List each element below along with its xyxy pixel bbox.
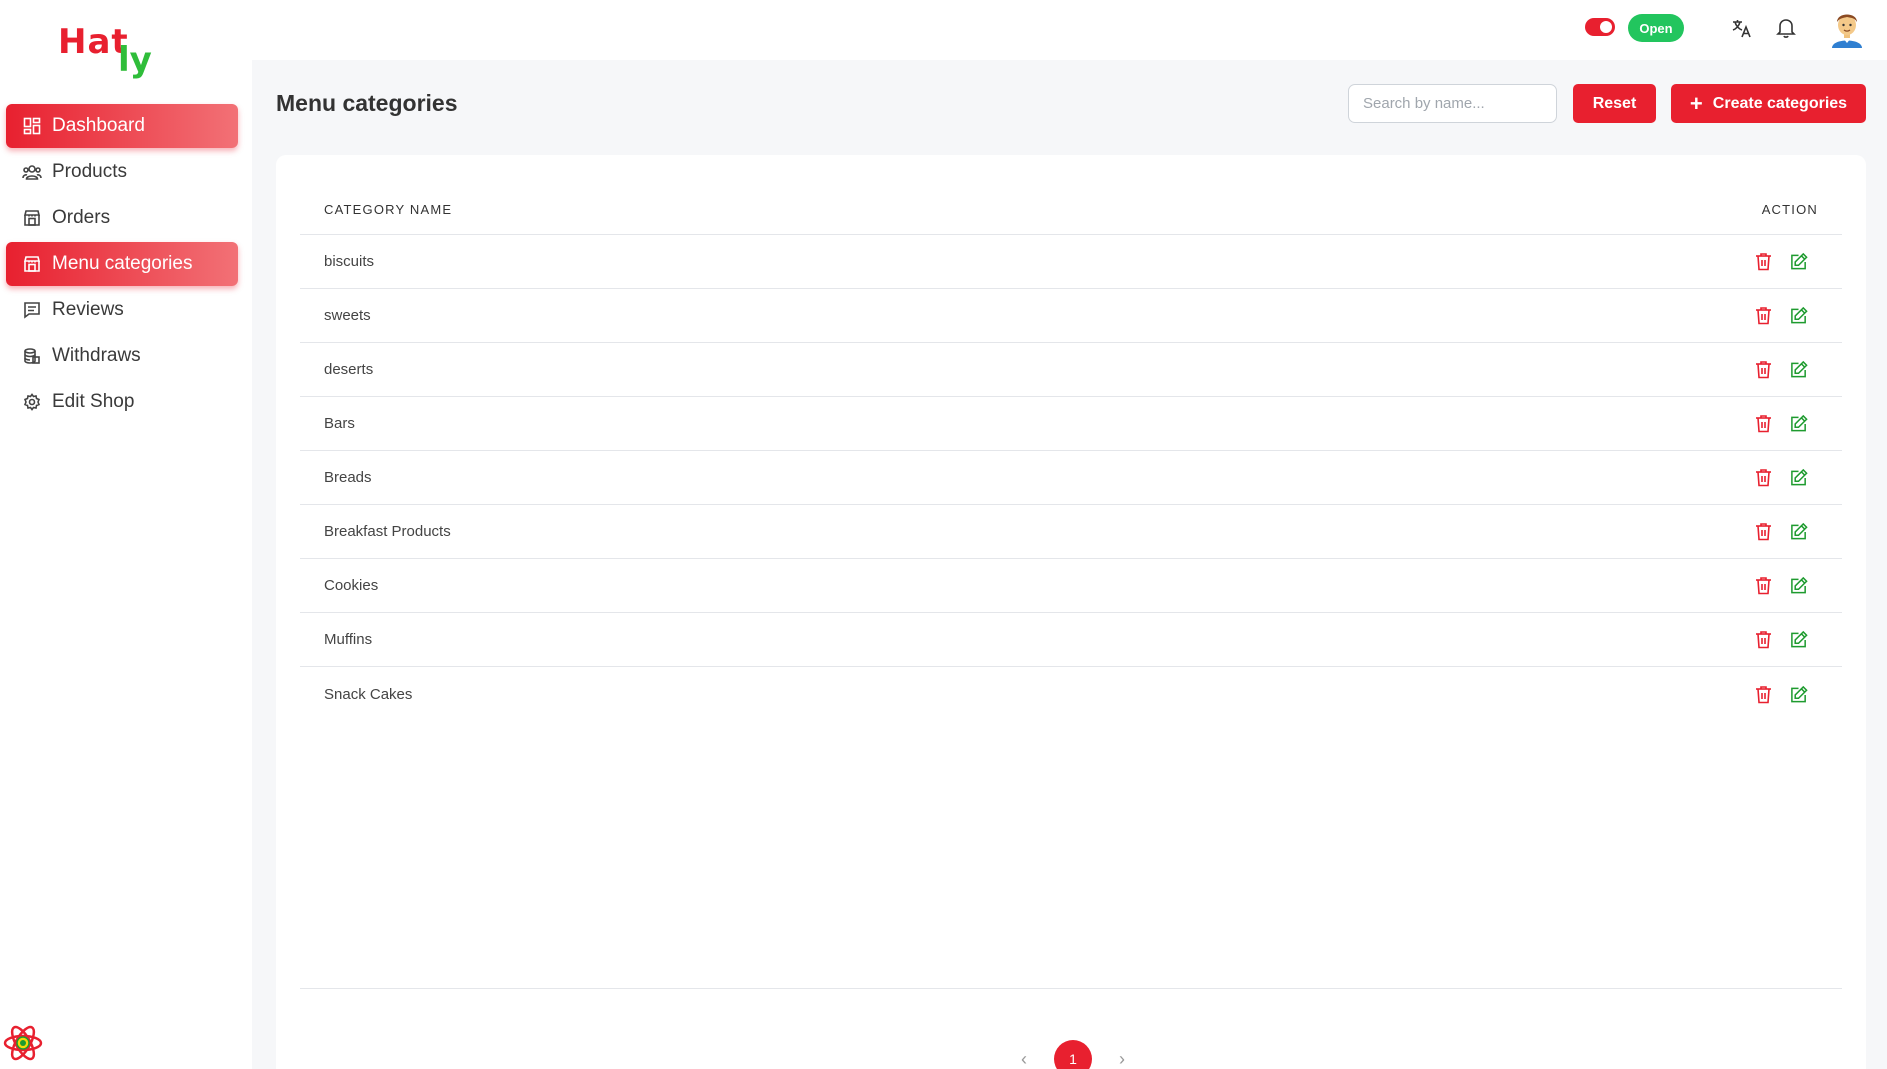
edit-icon[interactable] — [1790, 468, 1808, 488]
table-row: Muffins — [300, 613, 1842, 667]
sidebar-item-reviews[interactable]: Reviews — [6, 288, 238, 332]
dashboard-icon — [22, 116, 42, 136]
row-actions — [1754, 360, 1808, 380]
category-name-cell: Cookies — [324, 577, 379, 594]
users-icon — [22, 162, 42, 182]
edit-icon[interactable] — [1790, 630, 1808, 650]
table-row: deserts — [300, 343, 1842, 397]
sidebar-item-edit-shop[interactable]: Edit Shop — [6, 380, 238, 424]
edit-icon[interactable] — [1790, 414, 1808, 434]
sidebar-item-label: Menu categories — [52, 253, 193, 274]
delete-icon[interactable] — [1754, 252, 1772, 272]
avatar[interactable] — [1828, 8, 1866, 48]
edit-icon[interactable] — [1790, 252, 1808, 272]
pagination: ‹ 1 › — [1016, 1040, 1130, 1069]
sidebar-item-label: Dashboard — [52, 115, 145, 136]
react-logo-icon — [2, 1022, 44, 1064]
delete-icon[interactable] — [1754, 522, 1772, 542]
row-actions — [1754, 306, 1808, 326]
row-actions — [1754, 414, 1808, 434]
database-icon — [22, 346, 42, 366]
column-header-action: ACTION — [1761, 202, 1818, 217]
row-actions — [1754, 630, 1808, 650]
logo-part-ly: ly — [118, 40, 152, 80]
category-name-cell: Snack Cakes — [324, 685, 413, 703]
sidebar-item-orders[interactable]: Orders — [6, 196, 238, 240]
brand-logo[interactable]: Hat ly — [58, 22, 168, 82]
table-header: CATEGORY NAME ACTION — [300, 185, 1842, 235]
table-row: Cookies — [300, 559, 1842, 613]
edit-icon[interactable] — [1790, 306, 1808, 326]
delete-icon[interactable] — [1754, 360, 1772, 380]
sidebar-item-withdraws[interactable]: Withdraws — [6, 334, 238, 378]
table-row: biscuits — [300, 235, 1842, 289]
search-input[interactable] — [1348, 84, 1557, 123]
table-row: Bars — [300, 397, 1842, 451]
delete-icon[interactable] — [1754, 414, 1772, 434]
reset-button[interactable]: Reset — [1573, 84, 1656, 123]
row-actions — [1754, 468, 1808, 488]
table-row: Snack Cakes — [300, 667, 1842, 721]
store-icon — [22, 208, 42, 228]
shop-status-toggle[interactable] — [1585, 18, 1615, 36]
row-actions — [1754, 684, 1808, 704]
categories-card: CATEGORY NAME ACTION biscuits sweets deser… — [276, 155, 1866, 1069]
sidebar-item-dashboard[interactable]: Dashboard — [6, 104, 238, 148]
shop-status-badge: Open — [1628, 14, 1684, 42]
category-name-cell: Breakfast Products — [324, 523, 451, 540]
sidebar-item-label: Orders — [52, 207, 111, 228]
message-icon — [22, 300, 42, 320]
plus-icon: + — [1689, 90, 1703, 116]
category-name-cell: Muffins — [324, 631, 373, 648]
pagination-page-button[interactable]: 1 — [1054, 1040, 1092, 1069]
gear-icon — [22, 392, 42, 412]
bell-icon[interactable] — [1774, 16, 1798, 40]
sidebar-item-label: Edit Shop — [52, 391, 135, 412]
category-name-cell: Bars — [324, 415, 355, 432]
sidebar-item-label: Withdraws — [52, 345, 141, 366]
sidebar-item-label: Reviews — [52, 299, 124, 320]
create-categories-label: Create categories — [1712, 94, 1848, 112]
edit-icon[interactable] — [1790, 522, 1808, 542]
sidebar-item-products[interactable]: Products — [6, 150, 238, 194]
delete-icon[interactable] — [1754, 684, 1772, 704]
categories-table: CATEGORY NAME ACTION biscuits sweets deser… — [300, 185, 1842, 721]
edit-icon[interactable] — [1790, 576, 1808, 596]
table-row: Breads — [300, 451, 1842, 505]
pagination-next-button[interactable]: › — [1114, 1049, 1130, 1069]
category-name-cell: biscuits — [324, 253, 375, 270]
row-actions — [1754, 252, 1808, 272]
store-icon — [22, 254, 42, 274]
sidebar-item-label: Products — [52, 161, 127, 182]
table-row: Breakfast Products — [300, 505, 1842, 559]
edit-icon[interactable] — [1790, 360, 1808, 380]
category-name-cell: deserts — [324, 361, 374, 378]
category-name-cell: Breads — [324, 469, 372, 486]
row-actions — [1754, 522, 1808, 542]
sidebar-nav: Dashboard Products Orders Menu categorie… — [6, 104, 238, 426]
edit-icon[interactable] — [1790, 684, 1808, 704]
card-divider — [300, 988, 1842, 989]
delete-icon[interactable] — [1754, 630, 1772, 650]
category-name-cell: sweets — [324, 307, 371, 324]
pagination-prev-button[interactable]: ‹ — [1016, 1049, 1032, 1069]
column-header-category-name: CATEGORY NAME — [324, 202, 453, 217]
row-actions — [1754, 576, 1808, 596]
sidebar-item-menu-categories[interactable]: Menu categories — [6, 242, 238, 286]
table-body: biscuits sweets deserts Bars Breads Breakfast… — [300, 235, 1842, 721]
delete-icon[interactable] — [1754, 576, 1772, 596]
sidebar: Hat ly Dashboard Products Orders Menu ca… — [0, 0, 252, 1069]
table-row: sweets — [300, 289, 1842, 343]
create-categories-button[interactable]: + Create categories — [1671, 84, 1866, 123]
delete-icon[interactable] — [1754, 306, 1772, 326]
delete-icon[interactable] — [1754, 468, 1772, 488]
translate-icon[interactable] — [1730, 16, 1754, 40]
page-title: Menu categories — [276, 90, 458, 116]
